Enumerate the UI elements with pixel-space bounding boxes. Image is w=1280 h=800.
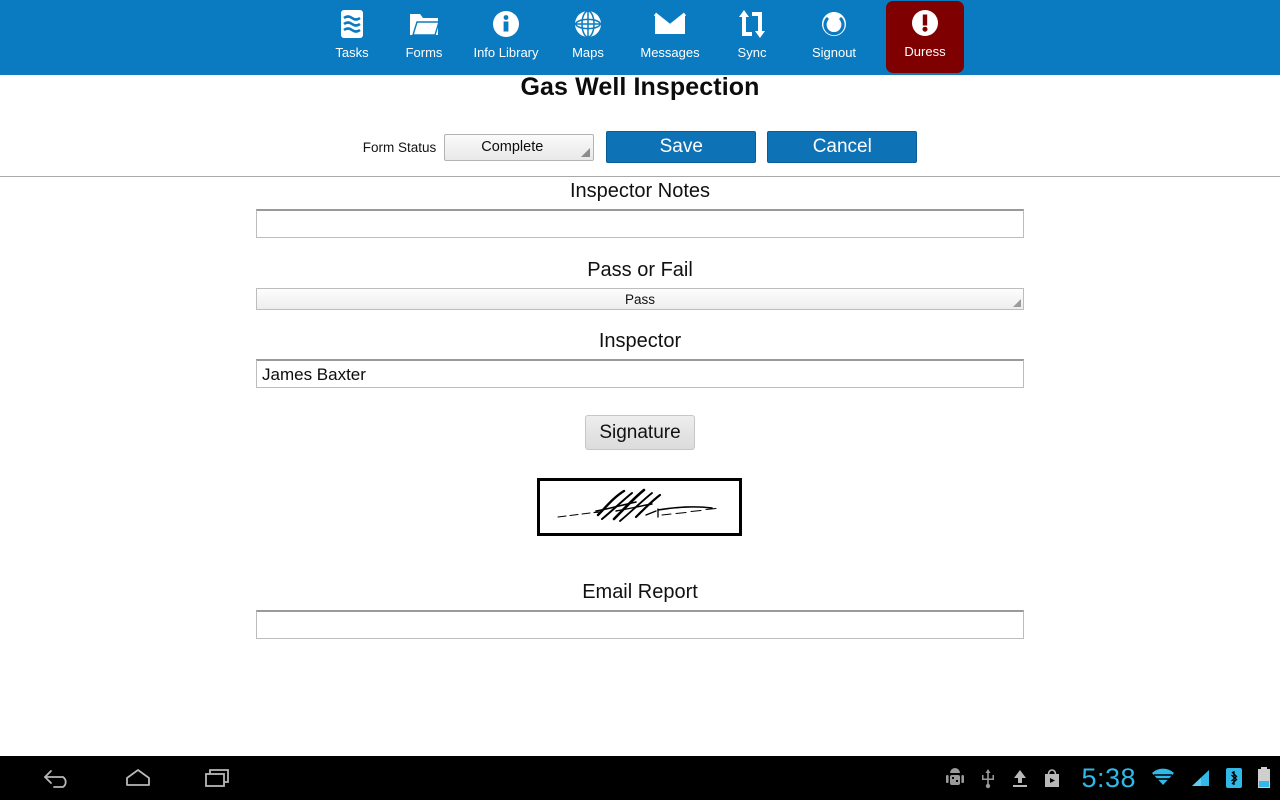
field-inspector-notes: Inspector Notes — [256, 180, 1024, 238]
envelope-icon — [653, 8, 687, 40]
email-report-input[interactable] — [256, 610, 1024, 639]
cell-signal-icon — [1190, 767, 1212, 789]
form-status-label: Form Status — [362, 139, 437, 155]
form-status-select[interactable]: Complete — [444, 133, 595, 161]
save-button[interactable]: Save — [606, 131, 757, 163]
android-system-bar: 5:38 — [0, 756, 1280, 800]
pass-or-fail-label: Pass or Fail — [587, 259, 693, 281]
toolbar-item-forms[interactable]: Forms — [388, 2, 460, 73]
inspector-notes-label: Inspector Notes — [569, 180, 711, 202]
chevron-down-icon — [1013, 299, 1021, 307]
info-circle-icon — [491, 8, 521, 40]
signature-button[interactable]: Signature — [585, 415, 695, 450]
toolbar-label-signout: Signout — [811, 45, 857, 60]
back-icon[interactable] — [18, 756, 98, 800]
toolbar-label-duress: Duress — [904, 44, 946, 59]
toolbar-item-duress[interactable]: Duress — [886, 1, 964, 73]
chevron-down-icon — [581, 147, 591, 157]
toolbar-item-tasks[interactable]: Tasks — [316, 2, 388, 73]
field-inspector: Inspector James Baxter — [256, 330, 1024, 388]
inspector-input[interactable]: James Baxter — [256, 359, 1024, 388]
email-report-label: Email Report — [582, 581, 698, 603]
exclamation-circle-icon — [910, 7, 940, 39]
power-icon — [819, 8, 849, 40]
page-title: Gas Well Inspection — [520, 73, 760, 101]
field-email-report: Email Report — [256, 581, 1024, 639]
inspector-label: Inspector — [598, 330, 682, 352]
bluetooth-icon — [1226, 767, 1242, 789]
pass-or-fail-value: Pass — [624, 291, 655, 307]
toolbar-item-info-library[interactable]: Info Library — [460, 2, 552, 73]
signature-display-box[interactable] — [537, 478, 742, 536]
toolbar-label-sync: Sync — [737, 45, 767, 60]
toolbar-label-messages: Messages — [640, 45, 700, 60]
form-body: Inspector Notes Pass or Fail Pass Inspec… — [0, 176, 1280, 756]
battery-icon — [1256, 766, 1272, 790]
status-icons: 5:38 — [931, 763, 1280, 794]
form-status-row: Form Status Complete Save Cancel — [0, 131, 1280, 163]
toolbar-label-info-library: Info Library — [473, 45, 539, 60]
tasks-icon — [338, 8, 366, 40]
usb-icon — [979, 767, 997, 789]
inspector-notes-input[interactable] — [256, 209, 1024, 238]
pass-or-fail-select[interactable]: Pass — [256, 288, 1024, 310]
home-icon[interactable] — [98, 756, 178, 800]
toolbar-label-tasks: Tasks — [335, 45, 369, 60]
sync-arrows-icon — [738, 8, 766, 40]
cancel-button[interactable]: Cancel — [767, 131, 918, 163]
toolbar-item-sync[interactable]: Sync — [716, 2, 788, 73]
folder-icon — [408, 8, 440, 40]
recent-apps-icon[interactable] — [178, 756, 258, 800]
toolbar-label-forms: Forms — [405, 45, 443, 60]
navigation-keys — [18, 756, 258, 800]
play-store-icon — [1043, 767, 1061, 789]
toolbar-item-messages[interactable]: Messages — [624, 2, 716, 73]
toolbar-item-maps[interactable]: Maps — [552, 2, 624, 73]
field-pass-or-fail: Pass or Fail Pass — [256, 259, 1024, 310]
system-clock: 5:38 — [1081, 762, 1136, 793]
toolbar-item-signout[interactable]: Signout — [788, 2, 880, 73]
form-status-value: Complete — [481, 139, 544, 155]
android-debug-icon — [945, 767, 965, 789]
signature-ink — [557, 488, 717, 522]
wifi-icon — [1150, 767, 1176, 789]
app-toolbar: Tasks Forms Info Library Maps Messages S… — [0, 0, 1280, 75]
globe-icon — [573, 8, 603, 40]
upload-icon — [1011, 767, 1029, 789]
toolbar-label-maps: Maps — [572, 45, 604, 60]
